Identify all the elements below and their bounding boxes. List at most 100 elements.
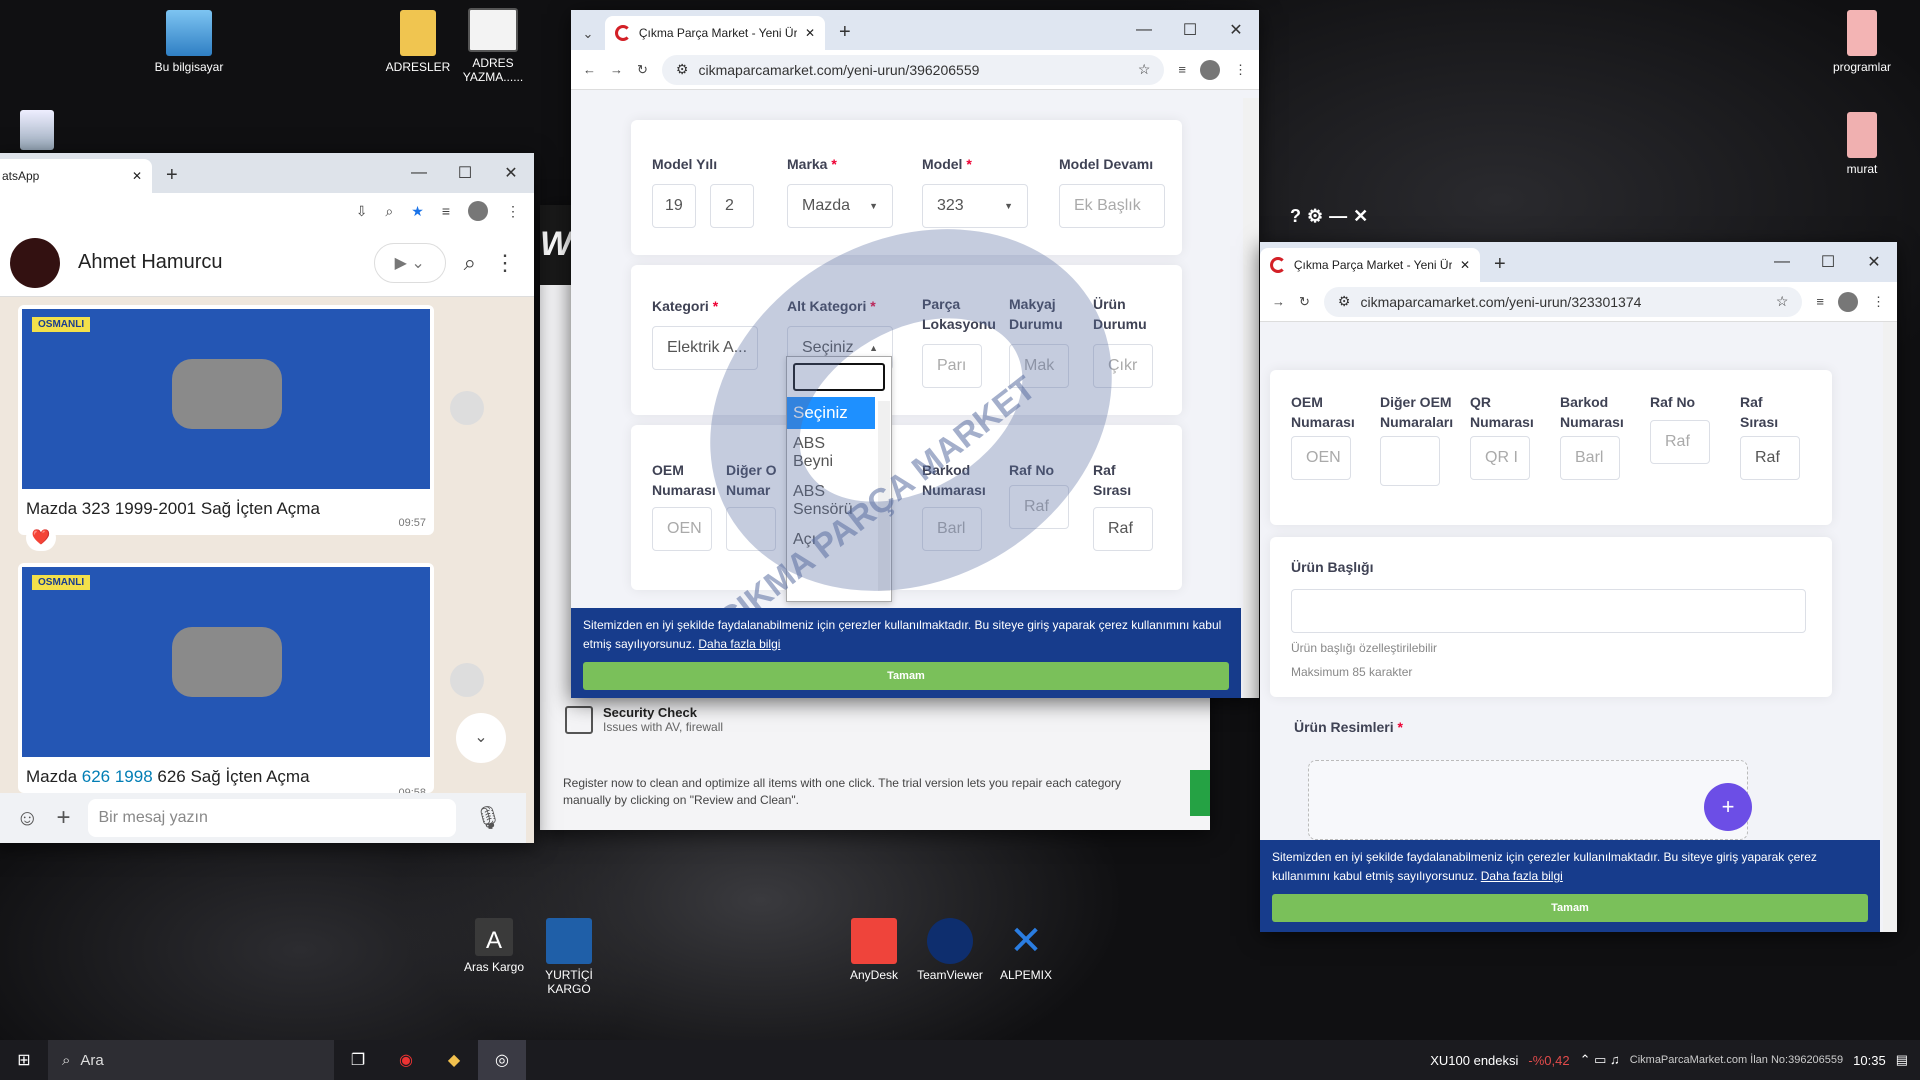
forward-icon[interactable]: → (610, 62, 623, 77)
shelf-no-input[interactable]: Raf (1650, 420, 1710, 464)
chat-menu-icon[interactable]: ⋮ (494, 250, 516, 276)
message-image-2[interactable]: OSMANLI Mazda 626 1998 626 Sağ İçten Açm… (18, 563, 434, 799)
photo-2[interactable]: OSMANLI (22, 567, 430, 757)
caption-link[interactable]: 626 1998 (82, 767, 153, 786)
minimize-icon[interactable]: — (1759, 242, 1805, 282)
browser2-tab[interactable]: Çıkma Parça Market - Yeni Ürün ✕ (1260, 248, 1480, 282)
new-tab-icon[interactable]: + (166, 164, 178, 187)
site-info-icon[interactable]: ⚙ (1338, 293, 1351, 310)
forward-icon[interactable]: → (1272, 294, 1285, 309)
attach-icon[interactable]: + (56, 804, 70, 832)
cookie-more-link[interactable]: Daha fazla bilgi (1481, 869, 1563, 883)
profile-avatar[interactable] (1200, 59, 1220, 80)
menu-icon[interactable]: ⋮ (1872, 294, 1885, 310)
tray-icons[interactable]: ⌃ ▭ ♫ (1580, 1052, 1620, 1068)
page-scrollbar[interactable] (1243, 98, 1259, 698)
model-year-input-1[interactable]: 19 (652, 184, 696, 228)
close-tab-icon[interactable]: ✕ (132, 169, 142, 183)
back-icon[interactable]: ← (583, 62, 596, 77)
desktop-icon-this-pc[interactable]: Bu bilgisayar (144, 10, 234, 74)
bookmark-star-icon[interactable]: ☆ (1138, 61, 1151, 78)
search-icon[interactable]: ⌕ (464, 250, 476, 276)
browser1-tab[interactable]: Çıkma Parça Market - Yeni Ürün ✕ (605, 16, 825, 50)
other-oem-input[interactable] (1380, 436, 1440, 486)
start-icon[interactable]: ⊞ (0, 1040, 48, 1080)
media-icon[interactable]: ≡ (1816, 294, 1824, 309)
market-ticker[interactable]: XU100 endeksi (1430, 1053, 1518, 1068)
taskbar-search[interactable]: ⌕ Ara (48, 1040, 334, 1080)
shelf-order-input[interactable]: Raf (1093, 507, 1153, 551)
desktop-icon-adres-yazma[interactable]: ADRES YAZMA...... (448, 8, 538, 84)
image-dropzone[interactable] (1308, 760, 1748, 840)
minimize-icon[interactable]: — (1329, 206, 1347, 232)
address-bar[interactable]: ⚙ cikmaparcamarket.com/yeni-urun/32330137… (1323, 286, 1803, 317)
contact-name[interactable]: Ahmet Hamurcu (78, 251, 223, 274)
close-icon[interactable]: ✕ (488, 153, 534, 193)
video-call-icon[interactable]: ▶ ⌄ (373, 242, 446, 283)
new-tab-icon[interactable]: + (1494, 253, 1506, 276)
add-image-button[interactable]: + (1704, 783, 1752, 831)
task-view-icon[interactable]: ❐ (334, 1040, 382, 1080)
maximize-icon[interactable]: ☐ (1805, 242, 1851, 282)
close-icon[interactable]: ✕ (1213, 10, 1259, 50)
desktop-icon-yurtici-kargo[interactable]: YURTİÇİ KARGO (524, 918, 614, 996)
whatsapp-tab[interactable]: atsApp ✕ (0, 159, 152, 193)
maximize-icon[interactable]: ☐ (442, 153, 488, 193)
reaction-heart[interactable]: ❤️ (26, 525, 56, 551)
help-icon[interactable]: ? (1290, 206, 1301, 232)
close-icon[interactable]: ✕ (1353, 206, 1368, 232)
star-icon[interactable]: ★ (411, 203, 424, 220)
forward-icon[interactable] (450, 663, 484, 697)
model-select[interactable]: 323 ▼ (922, 184, 1028, 228)
model-cont-input[interactable]: Ek Başlık (1059, 184, 1165, 228)
media-icon[interactable]: ≡ (1178, 62, 1186, 77)
maximize-icon[interactable]: ☐ (1167, 10, 1213, 50)
profile-avatar[interactable] (1838, 291, 1858, 312)
media-icon[interactable]: ≡ (442, 203, 450, 219)
minimize-icon[interactable]: — (396, 153, 442, 193)
profile-avatar[interactable] (468, 201, 488, 221)
shelf-order-input[interactable]: Raf (1740, 436, 1800, 480)
avatar[interactable] (10, 237, 60, 288)
close-icon[interactable]: ✕ (1851, 242, 1897, 282)
gear-icon[interactable]: ⚙ (1307, 206, 1323, 232)
forward-icon[interactable] (450, 391, 484, 425)
tab-search-icon[interactable]: ⌄ (571, 26, 605, 42)
menu-icon[interactable]: ⋮ (506, 203, 520, 220)
cookie-more-link[interactable]: Daha fazla bilgi (698, 637, 780, 651)
reload-icon[interactable]: ↻ (637, 62, 648, 78)
message-input[interactable]: Bir mesaj yazın (88, 799, 457, 837)
brand-select[interactable]: Mazda ▼ (787, 184, 893, 228)
bookmark-star-icon[interactable]: ☆ (1776, 293, 1789, 310)
chrome-icon[interactable]: ◎ (478, 1040, 526, 1080)
address-bar[interactable]: ⚙ cikmaparcamarket.com/yeni-urun/39620655… (661, 54, 1165, 85)
message-image-1[interactable]: OSMANLI Mazda 323 1999-2001 Sağ İçten Aç… (18, 305, 434, 535)
notification-icon[interactable]: ▤ (1896, 1052, 1908, 1068)
emoji-icon[interactable]: ☺ (16, 805, 38, 831)
new-tab-icon[interactable]: + (839, 21, 851, 44)
qr-input[interactable]: QR I (1470, 436, 1530, 480)
desktop-icon-programlar[interactable]: programlar (1817, 10, 1907, 74)
scroll-down-icon[interactable]: ⌄ (456, 713, 506, 763)
menu-icon[interactable]: ⋮ (1234, 62, 1247, 78)
oem-input[interactable]: OEN (1291, 436, 1351, 480)
recycle-bin-icon[interactable] (20, 110, 54, 150)
clock[interactable]: 10:35 (1853, 1053, 1886, 1068)
close-tab-icon[interactable]: ✕ (1460, 258, 1470, 272)
desktop-icon-alpemix[interactable]: ✕ ALPEMIX (981, 918, 1071, 982)
product-title-input[interactable] (1291, 589, 1806, 633)
desktop-icon-murat[interactable]: murat (1817, 112, 1907, 176)
app-icon[interactable]: ◆ (430, 1040, 478, 1080)
minimize-icon[interactable]: — (1121, 10, 1167, 50)
barcode-input[interactable]: Barl (1560, 436, 1620, 480)
install-icon[interactable]: ⇩ (356, 203, 368, 220)
photo-1[interactable]: OSMANLI (22, 309, 430, 489)
model-year-input-2[interactable]: 2 (710, 184, 754, 228)
cookie-accept-button[interactable]: Tamam (583, 662, 1229, 690)
reload-icon[interactable]: ↻ (1299, 294, 1310, 310)
microphone-icon[interactable]: 🎙 (474, 805, 502, 831)
cleaner-action-button[interactable] (1190, 770, 1210, 816)
page-scrollbar[interactable] (1883, 322, 1897, 932)
close-tab-icon[interactable]: ✕ (805, 26, 815, 40)
site-info-icon[interactable]: ⚙ (676, 61, 689, 78)
